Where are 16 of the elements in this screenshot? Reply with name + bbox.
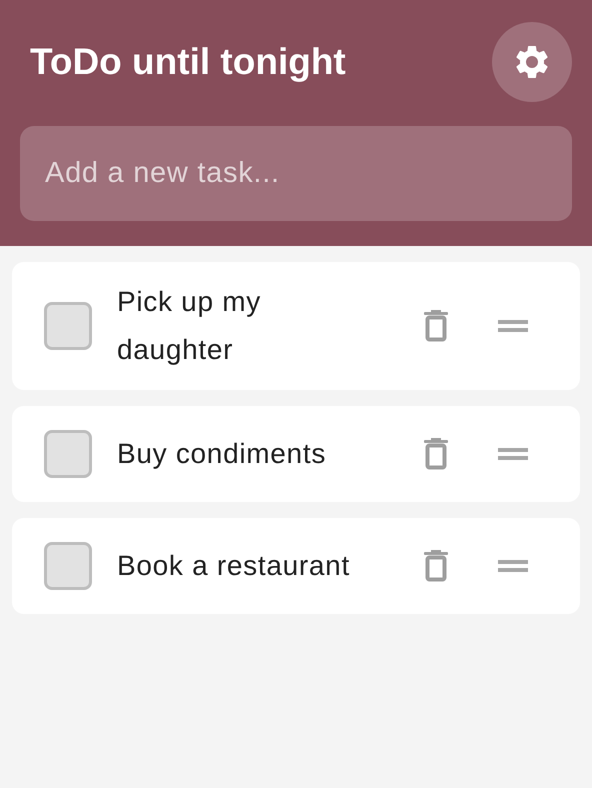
trash-icon	[424, 438, 448, 470]
task-checkbox[interactable]	[44, 430, 92, 478]
trash-icon	[424, 550, 448, 582]
drag-handle-icon[interactable]	[498, 448, 528, 460]
task-checkbox[interactable]	[44, 302, 92, 350]
app-title: ToDo until tonight	[29, 40, 346, 84]
delete-button[interactable]	[422, 549, 450, 583]
drag-handle-icon[interactable]	[498, 560, 528, 572]
trash-icon	[424, 310, 448, 342]
delete-button[interactable]	[422, 309, 450, 343]
task-text: Book a restaurant	[117, 549, 351, 583]
drag-handle-icon[interactable]	[498, 320, 528, 332]
delete-button[interactable]	[422, 437, 450, 471]
task-checkbox[interactable]	[44, 542, 92, 590]
task-text: Pick up my daughter	[117, 285, 262, 367]
task-text: Buy condiments	[117, 437, 328, 471]
